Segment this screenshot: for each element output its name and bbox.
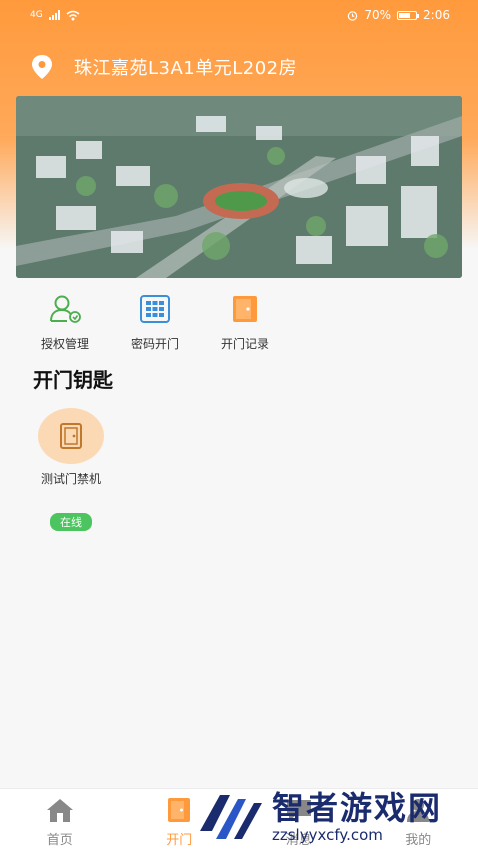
address-text: 珠江嘉苑L3A1单元L202房 — [74, 58, 298, 79]
keypad-icon — [138, 292, 172, 326]
door-icon — [60, 423, 82, 449]
open-record-button[interactable]: 开门记录 — [205, 292, 285, 352]
keys-section-title: 开门钥匙 — [33, 368, 113, 392]
clock: 2:06 — [423, 8, 450, 22]
door-record-icon — [228, 292, 262, 326]
open-record-label: 开门记录 — [220, 337, 269, 351]
door-icon — [164, 797, 194, 823]
watermark-url: zzslyyxcfy.com — [272, 826, 383, 844]
wifi-icon — [66, 10, 80, 20]
battery-icon — [397, 10, 420, 20]
signal-icon — [48, 10, 60, 20]
status-badge: 在线 — [50, 513, 92, 531]
device-name: 测试门禁机 — [40, 472, 101, 486]
battery-percent: 70% — [364, 8, 392, 22]
user-authorize-icon — [48, 292, 82, 326]
community-banner-image[interactable] — [16, 96, 462, 278]
tab-open-door-label: 开门 — [166, 833, 193, 848]
address-selector[interactable]: 珠江嘉苑L3A1单元L202房 — [30, 52, 297, 82]
status-right: 70% 2:06 — [347, 8, 450, 22]
authorize-management-label: 授权管理 — [40, 337, 89, 351]
device-test-access-control[interactable]: 测试门禁机 在线 — [26, 408, 116, 531]
watermark-logo-icon — [200, 795, 262, 839]
password-open-label: 密码开门 — [130, 337, 179, 351]
location-pin-icon — [32, 55, 52, 79]
authorize-management-button[interactable]: 授权管理 — [25, 292, 105, 352]
status-bar: 4G 70% 2:06 — [0, 0, 478, 30]
status-left: 4G — [30, 10, 80, 21]
tab-home[interactable]: 首页 — [0, 789, 119, 850]
home-icon — [45, 797, 75, 823]
alarm-icon — [348, 10, 358, 21]
banner-illustration — [16, 96, 462, 278]
password-open-button[interactable]: 密码开门 — [115, 292, 195, 352]
tab-home-label: 首页 — [46, 833, 73, 848]
device-icon-circle — [38, 408, 104, 464]
watermark-text: 智者游戏网 zzslyyxcfy.com — [272, 790, 442, 844]
quick-actions: 授权管理 密码开门 开门记录 — [25, 292, 285, 352]
watermark-overlay: 智者游戏网 zzslyyxcfy.com — [196, 784, 478, 850]
network-type: 4G — [30, 10, 43, 20]
watermark-title: 智者游戏网 — [272, 789, 443, 827]
